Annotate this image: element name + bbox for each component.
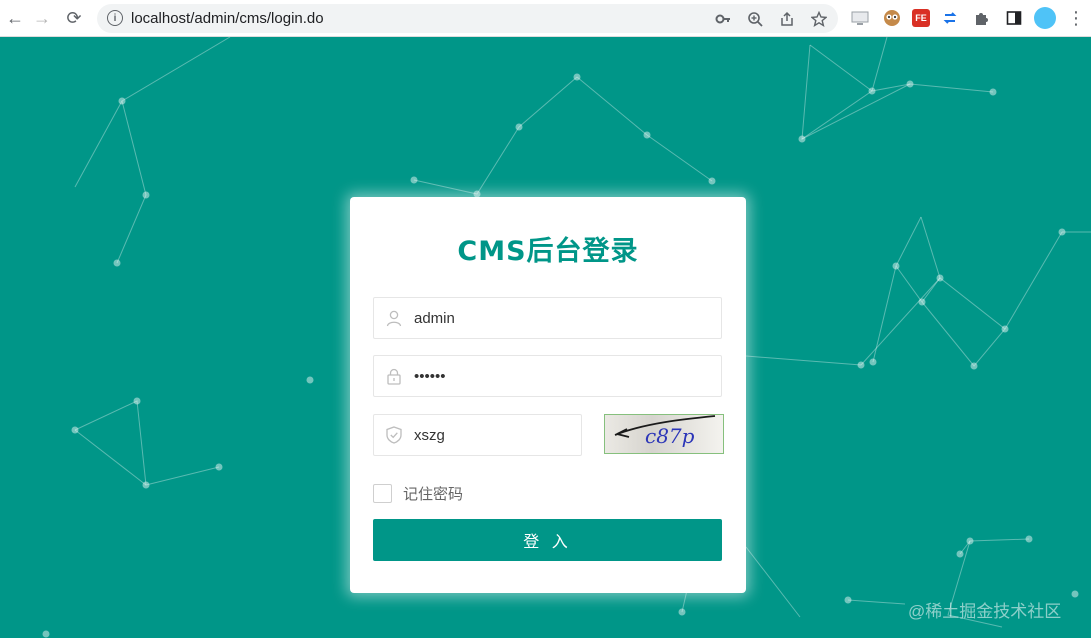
user-icon bbox=[374, 298, 414, 338]
forward-button[interactable]: → bbox=[27, 3, 57, 33]
ext-sync-icon[interactable] bbox=[938, 6, 962, 30]
captcha-graphic: c87p bbox=[614, 415, 716, 448]
zoom-icon[interactable] bbox=[744, 8, 766, 30]
captcha-field[interactable]: xszg bbox=[373, 414, 582, 456]
share-icon[interactable] bbox=[776, 8, 798, 30]
ext-screen-icon[interactable] bbox=[848, 6, 872, 30]
profile-avatar[interactable] bbox=[1034, 7, 1056, 29]
username-field[interactable]: admin bbox=[373, 297, 722, 339]
shield-check-icon bbox=[374, 415, 414, 455]
site-info-icon[interactable]: i bbox=[107, 10, 123, 26]
username-value[interactable]: admin bbox=[414, 310, 455, 327]
url-text[interactable]: localhost/admin/cms/login.do bbox=[131, 10, 324, 27]
sidepanel-icon[interactable] bbox=[1002, 6, 1026, 30]
captcha-image[interactable]: c87p bbox=[604, 414, 724, 454]
remember-checkbox[interactable] bbox=[373, 484, 392, 503]
login-card: CMS后台登录 admin •••••• xszg c87p 记住密码 登 入 bbox=[350, 197, 746, 593]
captcha-value[interactable]: xszg bbox=[414, 427, 445, 444]
address-bar[interactable]: i localhost/admin/cms/login.do bbox=[97, 4, 838, 33]
login-title: CMS后台登录 bbox=[457, 236, 639, 267]
reload-icon: ⟳ bbox=[66, 7, 82, 28]
login-button[interactable]: 登 入 bbox=[373, 519, 722, 561]
back-button[interactable]: ← bbox=[0, 3, 30, 33]
ext-owl-icon[interactable] bbox=[880, 6, 904, 30]
menu-icon[interactable]: ⋮ bbox=[1064, 6, 1088, 30]
key-icon[interactable] bbox=[712, 8, 734, 30]
browser-toolbar: ← → ⟳ i localhost/admin/cms/login.do FE … bbox=[0, 0, 1091, 37]
star-icon[interactable] bbox=[808, 8, 830, 30]
back-arrow-icon: ← bbox=[6, 7, 24, 28]
remember-password[interactable]: 记住密码 bbox=[373, 483, 463, 504]
captcha-text: c87p bbox=[645, 424, 695, 448]
password-field[interactable]: •••••• bbox=[373, 355, 722, 397]
ext-fe-icon[interactable]: FE bbox=[912, 9, 930, 27]
lock-icon bbox=[374, 356, 414, 396]
puzzle-icon[interactable] bbox=[970, 6, 994, 30]
remember-label[interactable]: 记住密码 bbox=[403, 483, 463, 504]
password-value[interactable]: •••••• bbox=[414, 368, 446, 385]
omnibox-actions bbox=[712, 8, 830, 30]
watermark-text: @稀土掘金技术社区 bbox=[908, 602, 1062, 621]
extensions-area: FE ⋮ bbox=[848, 6, 1088, 30]
forward-arrow-icon: → bbox=[33, 7, 51, 28]
reload-button[interactable]: ⟳ bbox=[59, 3, 89, 33]
